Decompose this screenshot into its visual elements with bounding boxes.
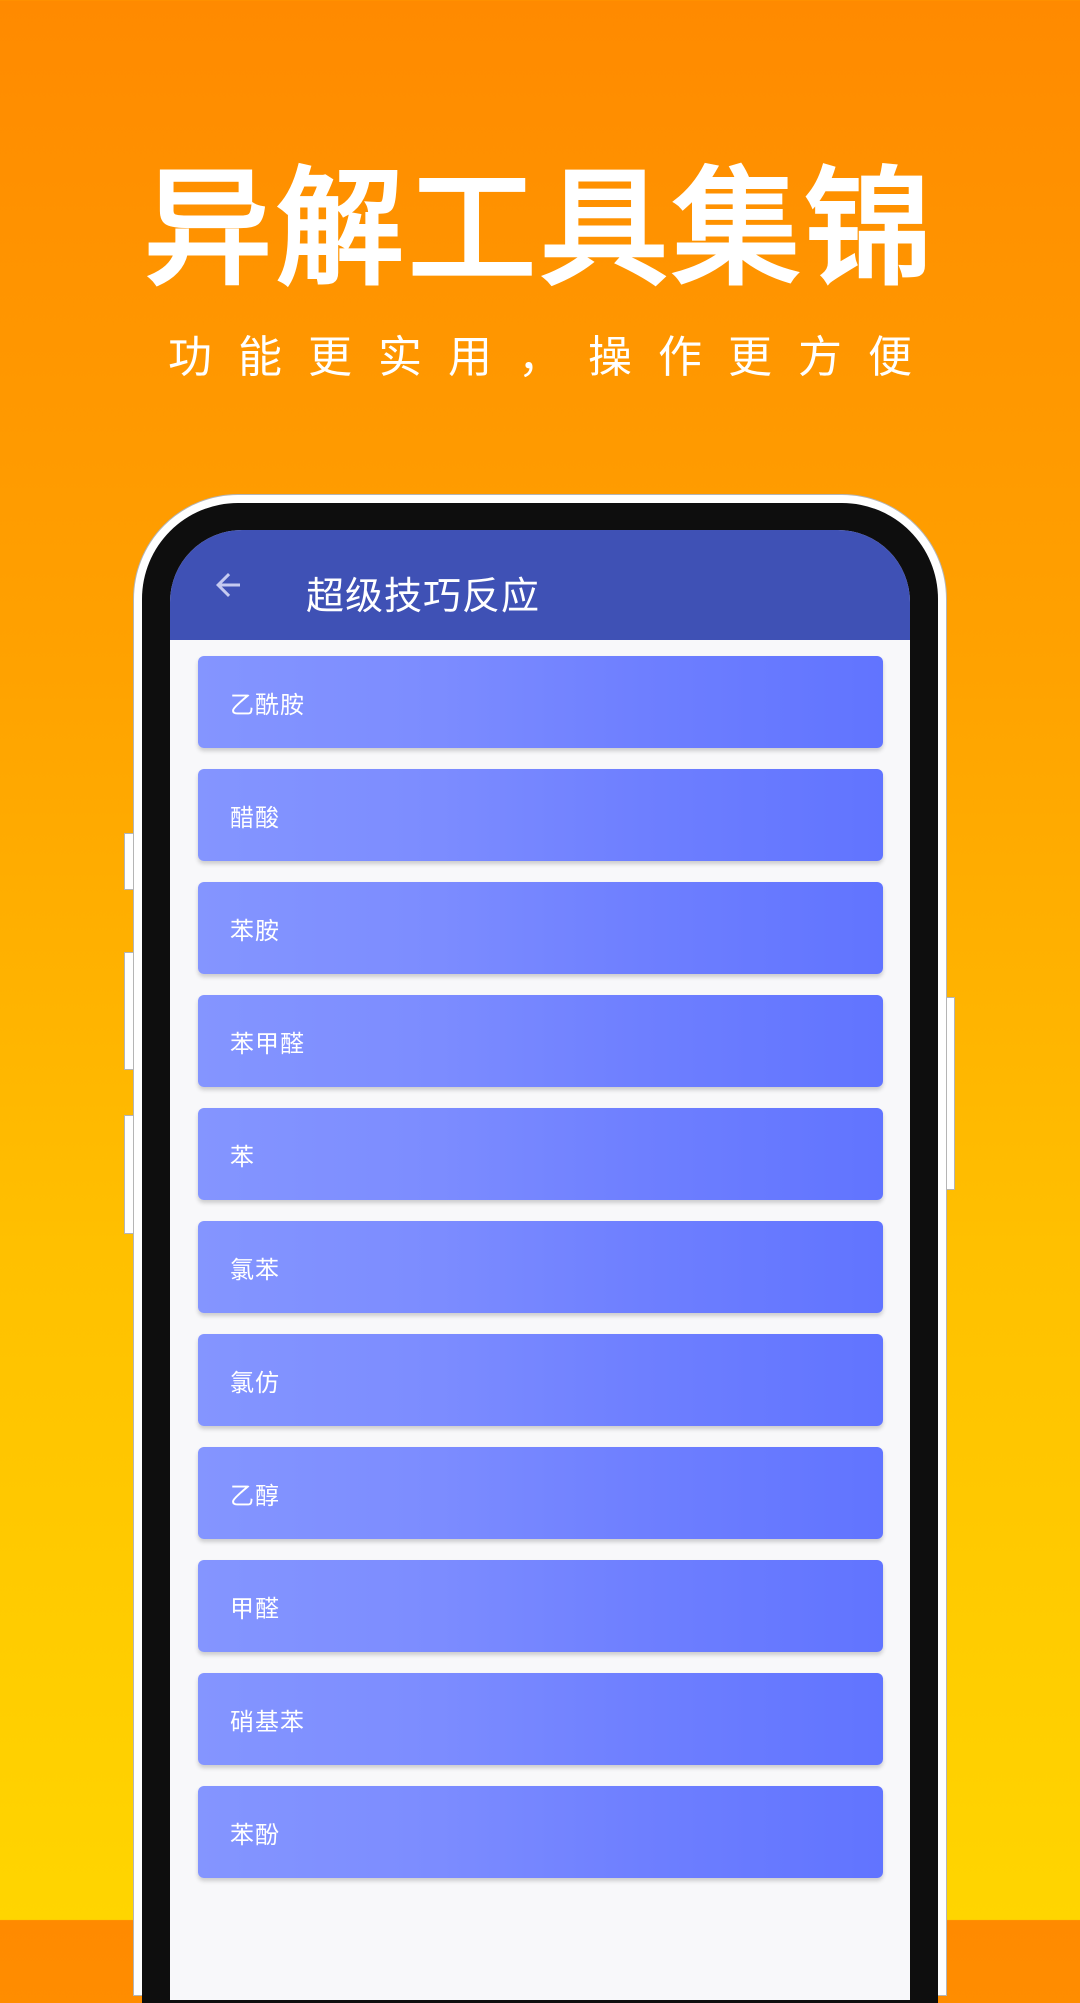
list-item[interactable]: 硝基苯 <box>198 1673 883 1765</box>
list-item-label: 氯仿 <box>230 1368 280 1397</box>
reaction-list: 乙酰胺 醋酸 苯胺 苯甲醛 苯 氯苯 氯仿 乙醇 甲醛 硝基苯 苯酚 <box>198 656 883 1899</box>
promo-subline: 功能更实用，操作更方便 <box>168 332 938 383</box>
list-item[interactable]: 氯苯 <box>198 1221 883 1313</box>
list-item[interactable]: 氯仿 <box>198 1334 883 1426</box>
list-item[interactable]: 甲醛 <box>198 1560 883 1652</box>
list-item-label: 乙醇 <box>230 1481 280 1510</box>
phone-screen: 超级技巧反应 乙酰胺 醋酸 苯胺 苯甲醛 苯 氯苯 氯仿 乙醇 甲醛 硝基苯 苯… <box>170 530 910 2000</box>
app-bar: 超级技巧反应 <box>170 530 910 640</box>
phone-power-button <box>946 997 955 1190</box>
list-item[interactable]: 苯胺 <box>198 882 883 974</box>
list-item[interactable]: 苯 <box>198 1108 883 1200</box>
list-item[interactable]: 苯甲醛 <box>198 995 883 1087</box>
back-button[interactable] <box>200 557 256 613</box>
list-item-label: 苯胺 <box>230 916 280 945</box>
list-item[interactable]: 乙酰胺 <box>198 656 883 748</box>
list-item[interactable]: 苯酚 <box>198 1786 883 1878</box>
list-item-label: 甲醛 <box>230 1594 280 1623</box>
list-item[interactable]: 醋酸 <box>198 769 883 861</box>
list-item-label: 醋酸 <box>230 803 280 832</box>
list-item-label: 苯酚 <box>230 1820 280 1849</box>
list-item-label: 苯甲醛 <box>230 1029 305 1058</box>
promo-headline: 异解工具集锦 <box>143 155 936 304</box>
arrow-left-icon <box>216 573 240 597</box>
list-item-label: 硝基苯 <box>230 1707 305 1736</box>
list-item-label: 苯 <box>230 1142 255 1171</box>
page-title: 超级技巧反应 <box>306 573 541 618</box>
list-item[interactable]: 乙醇 <box>198 1447 883 1539</box>
list-item-label: 氯苯 <box>230 1255 280 1284</box>
list-item-label: 乙酰胺 <box>230 690 305 719</box>
